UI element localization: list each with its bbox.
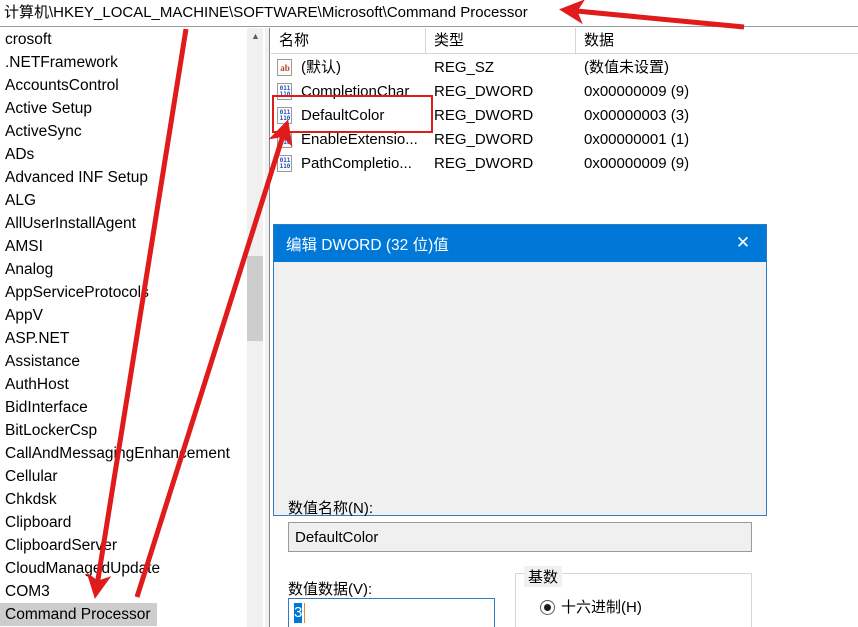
cell-data: 0x00000009 (9) [584, 155, 690, 172]
column-header-name[interactable]: 名称 [271, 28, 426, 53]
column-header-type[interactable]: 类型 [426, 28, 576, 53]
cell-name: CompletionChar [301, 83, 410, 100]
registry-editor-screen: 计算机\HKEY_LOCAL_MACHINE\SOFTWARE\Microsof… [0, 0, 858, 627]
tree-item[interactable]: Cellular [0, 465, 247, 488]
table-row[interactable]: ab (默认) REG_SZ (数值未设置) [271, 56, 858, 80]
cell-data: 0x00000009 (9) [584, 83, 690, 100]
cell-type: REG_DWORD [434, 83, 534, 100]
tree-item[interactable]: CloudManagedUpdate [0, 557, 247, 580]
cell-name: EnableExtensio... [301, 131, 418, 148]
table-row[interactable]: 011 110 PathCompletio... REG_DWORD 0x0000000… [271, 152, 858, 176]
chevron-up-icon[interactable]: ▲ [247, 28, 263, 45]
tree-vertical-scrollbar[interactable]: ▲ [246, 28, 263, 627]
registry-key-tree[interactable]: crosoft .NETFramework AccountsControl Activ… [0, 28, 247, 627]
cell-name: DefaultColor [301, 107, 385, 124]
dword-value-icon: 011 110 [277, 155, 294, 173]
table-row[interactable]: 011 110 EnableExtensio... REG_DWORD 0x000000… [271, 128, 858, 152]
listview-header: 名称 类型 数据 [271, 28, 858, 54]
edit-dword-dialog: 编辑 DWORD (32 位)值 ✕ 数值名称(N): 数值数据(V): 3 基… [273, 224, 767, 627]
tree-item[interactable]: crosoft [0, 28, 247, 51]
cell-name: PathCompletio... [301, 155, 412, 172]
tree-item[interactable]: COM3 [0, 580, 247, 603]
tree-item[interactable]: AMSI [0, 235, 247, 258]
radio-hexadecimal[interactable]: 十六进制(H) [540, 597, 642, 619]
tree-item[interactable]: AppServiceProtocols [0, 281, 247, 304]
value-data-input[interactable]: 3 [288, 598, 495, 627]
string-value-icon: ab [277, 59, 294, 77]
tree-item[interactable]: Active Setup [0, 97, 247, 120]
scrollbar-thumb[interactable] [247, 256, 263, 341]
dword-value-icon: 011 110 [277, 131, 294, 149]
value-data-label: 数值数据(V): [288, 581, 373, 598]
cell-data: (数值未设置) [584, 59, 669, 76]
tree-item-selected[interactable]: Command Processor [0, 603, 157, 626]
cell-name: (默认) [301, 59, 341, 76]
address-bar[interactable]: 计算机\HKEY_LOCAL_MACHINE\SOFTWARE\Microsof… [0, 0, 858, 27]
cell-data: 0x00000003 (3) [584, 107, 690, 124]
value-name-label: 数值名称(N): [288, 500, 373, 517]
dialog-title-bar: 编辑 DWORD (32 位)值 ✕ [274, 225, 766, 262]
radio-dot-icon [540, 600, 555, 615]
table-row[interactable]: 011 110 DefaultColor REG_DWORD 0x00000003 (3… [271, 104, 858, 128]
close-icon[interactable]: ✕ [720, 225, 766, 262]
tree-item[interactable]: AuthHost [0, 373, 247, 396]
tree-item[interactable]: ClipboardServer [0, 534, 247, 557]
tree-item[interactable]: Assistance [0, 350, 247, 373]
text-caret [304, 603, 305, 623]
tree-item[interactable]: BidInterface [0, 396, 247, 419]
tree-item[interactable]: BitLockerCsp [0, 419, 247, 442]
tree-item[interactable]: ASP.NET [0, 327, 247, 350]
address-path-text: 计算机\HKEY_LOCAL_MACHINE\SOFTWARE\Microsof… [4, 4, 528, 21]
cell-type: REG_DWORD [434, 155, 534, 172]
cell-type: REG_SZ [434, 59, 495, 76]
tree-item[interactable]: ADs [0, 143, 247, 166]
tree-item[interactable]: .NETFramework [0, 51, 247, 74]
tree-item[interactable]: CallAndMessagingEnhancement [0, 442, 247, 465]
tree-item[interactable]: ALG [0, 189, 247, 212]
tree-item[interactable]: AccountsControl [0, 74, 247, 97]
radio-hexadecimal-label: 十六进制(H) [561, 599, 642, 616]
dword-value-icon: 011 110 [277, 107, 294, 125]
column-header-data[interactable]: 数据 [576, 28, 858, 53]
value-data-text: 3 [294, 603, 303, 623]
cell-type: REG_DWORD [434, 107, 534, 124]
cell-data: 0x00000001 (1) [584, 131, 690, 148]
table-row[interactable]: 011 110 CompletionChar REG_DWORD 0x00000009 … [271, 80, 858, 104]
tree-item[interactable]: AllUserInstallAgent [0, 212, 247, 235]
dword-value-icon: 011 110 [277, 83, 294, 101]
dialog-title-text: 编辑 DWORD (32 位)值 [286, 237, 449, 254]
radix-groupbox-label: 基数 [524, 566, 563, 587]
tree-item[interactable]: Clipboard [0, 511, 247, 534]
panel-splitter[interactable] [264, 28, 270, 627]
tree-item[interactable]: AppV [0, 304, 247, 327]
value-name-input[interactable] [288, 522, 752, 552]
tree-item[interactable]: Advanced INF Setup [0, 166, 247, 189]
tree-item[interactable]: Chkdsk [0, 488, 247, 511]
registry-key-tree-panel: crosoft .NETFramework AccountsControl Activ… [0, 28, 264, 627]
cell-type: REG_DWORD [434, 131, 534, 148]
tree-item[interactable]: ActiveSync [0, 120, 247, 143]
tree-item[interactable]: Analog [0, 258, 247, 281]
